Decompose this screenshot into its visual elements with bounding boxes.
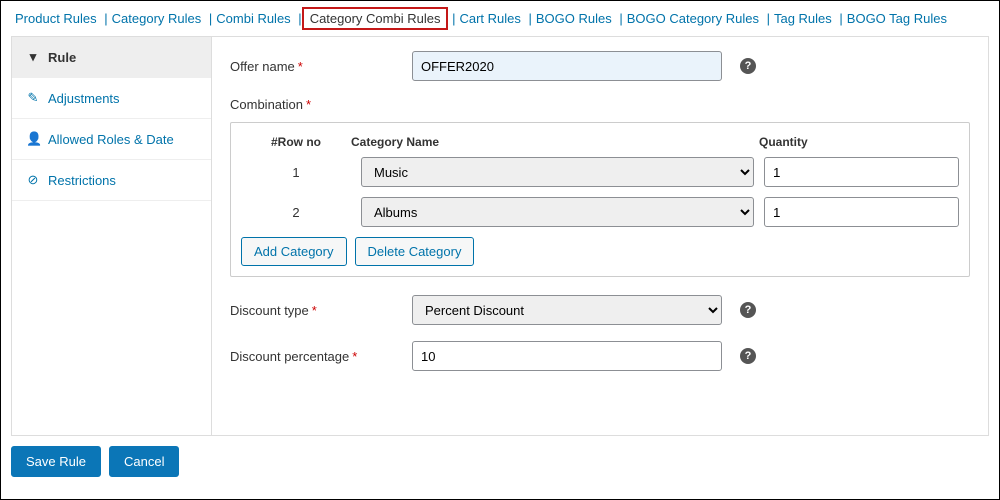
save-rule-button[interactable]: Save Rule xyxy=(11,446,101,477)
tab-separator: | xyxy=(448,11,455,26)
combination-label: Combination* xyxy=(230,97,970,112)
sidebar-item-label: Restrictions xyxy=(48,173,116,188)
sidebar: ▾ Rule ✎ Adjustments 👤 Allowed Roles & Date ⊘ R… xyxy=(12,37,212,435)
tab-bogo-tag-rules[interactable]: BOGO Tag Rules xyxy=(843,8,951,29)
user-icon: 👤 xyxy=(26,131,40,147)
tab-separator: | xyxy=(205,11,212,26)
footer-actions: Save Rule Cancel xyxy=(1,442,999,487)
tab-category-rules[interactable]: Category Rules xyxy=(108,8,206,29)
offer-name-label: Offer name* xyxy=(230,59,400,74)
combination-row: 2 Albums xyxy=(241,197,959,227)
tab-separator: | xyxy=(836,11,843,26)
offer-name-input[interactable] xyxy=(412,51,722,81)
row-number: 1 xyxy=(241,165,351,180)
header-category: Category Name xyxy=(351,135,759,149)
combination-table: #Row no Category Name Quantity 1 Music 2 Al… xyxy=(230,122,970,277)
discount-type-row: Discount type* Percent Discount ? xyxy=(230,295,970,325)
delete-category-button[interactable]: Delete Category xyxy=(355,237,475,266)
quantity-input[interactable] xyxy=(764,197,959,227)
sidebar-item-label: Allowed Roles & Date xyxy=(48,132,174,147)
sidebar-item-label: Rule xyxy=(48,50,76,65)
row-number: 2 xyxy=(241,205,351,220)
tab-category-combi-rules[interactable]: Category Combi Rules xyxy=(302,7,449,30)
add-category-button[interactable]: Add Category xyxy=(241,237,347,266)
tab-tag-rules[interactable]: Tag Rules xyxy=(770,8,836,29)
main-panel: Offer name* ? Combination* #Row no Categ… xyxy=(212,37,988,435)
top-tabs: Product Rules |Category Rules |Combi Rul… xyxy=(1,1,999,34)
tab-cart-rules[interactable]: Cart Rules xyxy=(455,8,524,29)
ban-icon: ⊘ xyxy=(26,172,40,188)
tab-separator: | xyxy=(616,11,623,26)
tab-separator: | xyxy=(101,11,108,26)
sidebar-item-rule[interactable]: ▾ Rule xyxy=(12,37,211,78)
filter-icon: ▾ xyxy=(26,49,40,65)
tab-bogo-category-rules[interactable]: BOGO Category Rules xyxy=(623,8,763,29)
quantity-input[interactable] xyxy=(764,157,959,187)
combination-actions: Add Category Delete Category xyxy=(241,237,959,266)
combination-row: 1 Music xyxy=(241,157,959,187)
sidebar-item-restrictions[interactable]: ⊘ Restrictions xyxy=(12,160,211,201)
help-icon[interactable]: ? xyxy=(740,348,756,364)
sidebar-item-adjustments[interactable]: ✎ Adjustments xyxy=(12,78,211,119)
cancel-button[interactable]: Cancel xyxy=(109,446,179,477)
discount-percentage-row: Discount percentage* ? xyxy=(230,341,970,371)
help-icon[interactable]: ? xyxy=(740,302,756,318)
discount-percentage-input[interactable] xyxy=(412,341,722,371)
header-row-no: #Row no xyxy=(241,135,351,149)
tab-separator: | xyxy=(763,11,770,26)
combination-header: #Row no Category Name Quantity xyxy=(241,129,959,157)
main-layout: ▾ Rule ✎ Adjustments 👤 Allowed Roles & Date ⊘ R… xyxy=(11,36,989,436)
category-select[interactable]: Albums xyxy=(361,197,754,227)
help-icon[interactable]: ? xyxy=(740,58,756,74)
tab-combi-rules[interactable]: Combi Rules xyxy=(212,8,294,29)
tab-separator: | xyxy=(295,11,302,26)
tab-product-rules[interactable]: Product Rules xyxy=(11,8,101,29)
sidebar-item-allowed-roles-date[interactable]: 👤 Allowed Roles & Date xyxy=(12,119,211,160)
header-quantity: Quantity xyxy=(759,135,959,149)
discount-type-select[interactable]: Percent Discount xyxy=(412,295,722,325)
offer-name-row: Offer name* ? xyxy=(230,51,970,81)
pencil-icon: ✎ xyxy=(26,90,40,106)
discount-type-label: Discount type* xyxy=(230,303,400,318)
discount-percentage-label: Discount percentage* xyxy=(230,349,400,364)
tab-bogo-rules[interactable]: BOGO Rules xyxy=(532,8,616,29)
category-select[interactable]: Music xyxy=(361,157,754,187)
tab-separator: | xyxy=(525,11,532,26)
sidebar-item-label: Adjustments xyxy=(48,91,120,106)
